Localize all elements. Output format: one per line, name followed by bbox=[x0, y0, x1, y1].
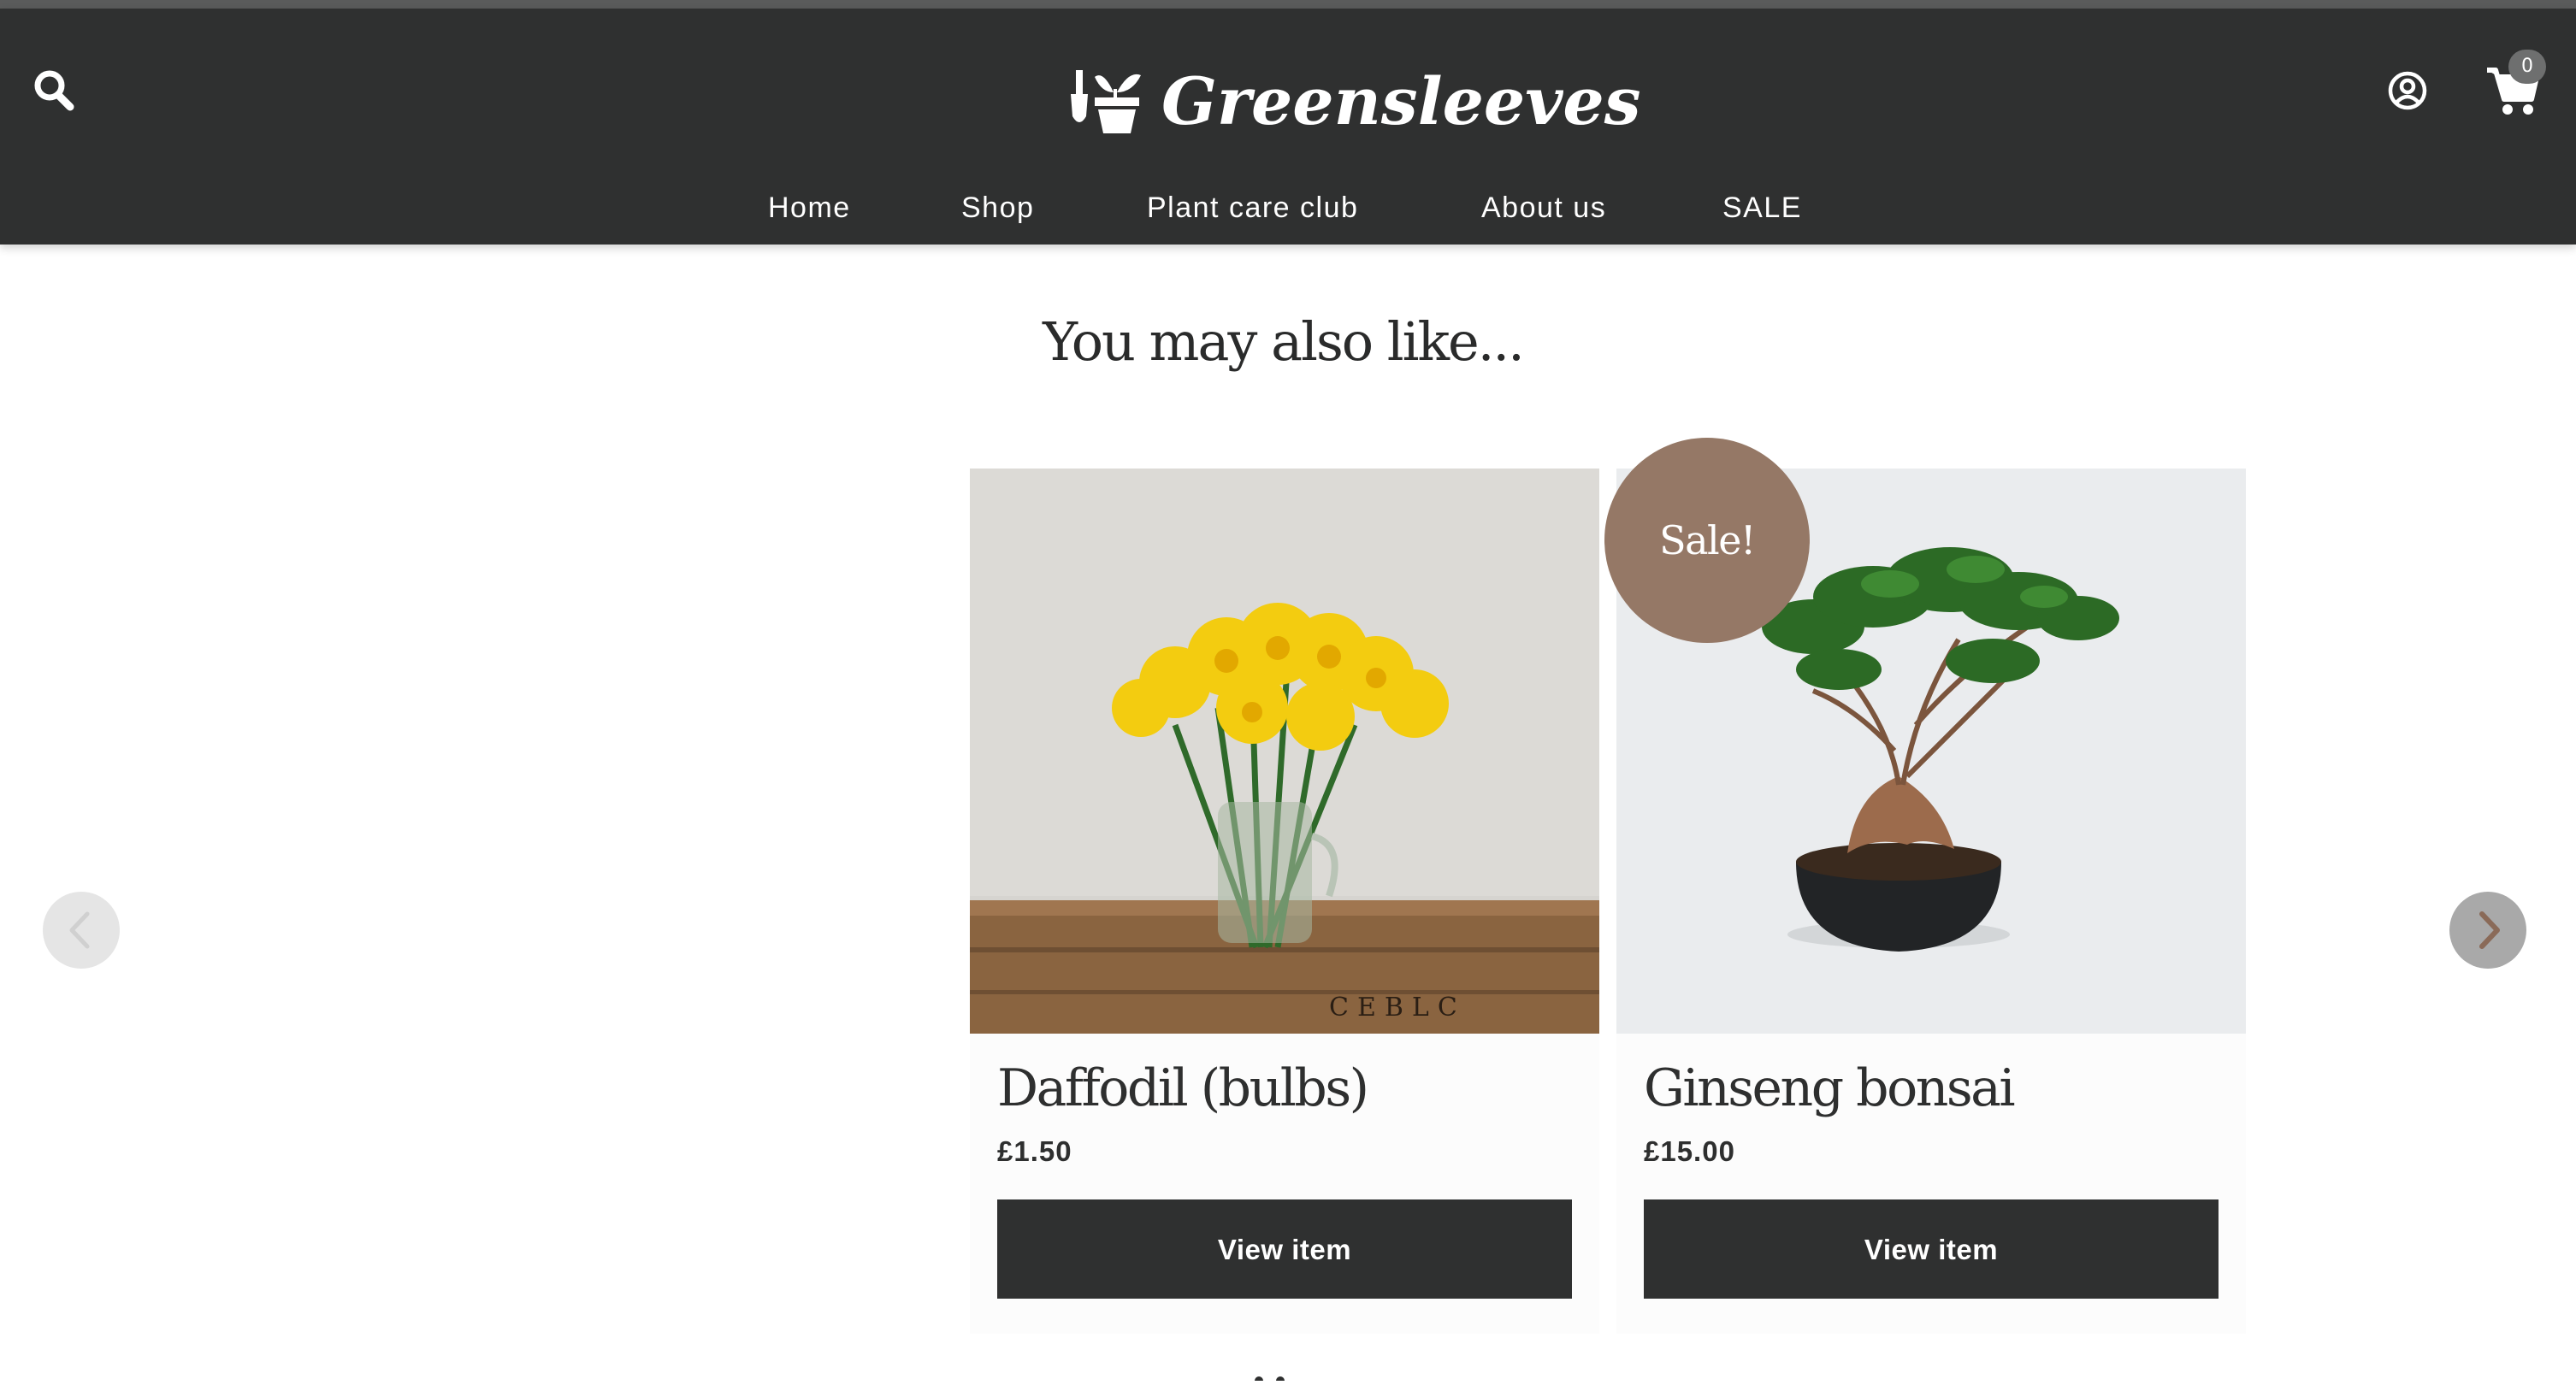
nav-item-home[interactable]: Home bbox=[768, 188, 851, 227]
plant-pot-trowel-icon bbox=[1071, 70, 1141, 133]
cart-count-badge: 0 bbox=[2508, 50, 2546, 84]
chevron-left-icon bbox=[69, 911, 90, 949]
daffodils-in-jar-photo[interactable]: CEBLC bbox=[970, 469, 1599, 1034]
carousel-prev-button[interactable] bbox=[43, 892, 120, 969]
product-price: £1.50 bbox=[997, 1135, 1072, 1167]
view-item-button[interactable]: View item bbox=[1644, 1199, 2219, 1299]
top-border bbox=[0, 0, 2576, 9]
chevron-right-icon bbox=[2479, 911, 2500, 949]
sale-badge: Sale! bbox=[1604, 438, 1810, 643]
product-name[interactable]: Daffodil (bulbs) bbox=[997, 1050, 1579, 1127]
user-circle-icon[interactable] bbox=[2386, 67, 2429, 115]
carousel-dots bbox=[1250, 1368, 1310, 1385]
nav-item-shop[interactable]: Shop bbox=[961, 188, 1034, 227]
product-card: CEBLC Daffodil (bulbs) £1.50 View item bbox=[970, 469, 1599, 1334]
section-title: You may also like... bbox=[1043, 310, 1525, 373]
site-header: Greensleeves 0 Home Shop Plant care club… bbox=[0, 9, 2576, 245]
nav-item-plant-care-club[interactable]: Plant care club bbox=[1147, 188, 1358, 227]
main-nav: Home Shop Plant care club About us SALE bbox=[0, 180, 2576, 245]
search-icon[interactable] bbox=[32, 67, 75, 115]
carousel-next-button[interactable] bbox=[2449, 892, 2526, 969]
svg-text:CEBLC: CEBLC bbox=[1329, 993, 1466, 1023]
view-item-button[interactable]: View item bbox=[997, 1199, 1572, 1299]
nav-item-sale[interactable]: SALE bbox=[1722, 188, 1802, 227]
product-name[interactable]: Ginseng bonsai bbox=[1644, 1050, 2225, 1127]
nav-item-about-us[interactable]: About us bbox=[1481, 188, 1606, 227]
logo-text: Greensleeves bbox=[1161, 63, 1641, 139]
product-price: £15.00 bbox=[1644, 1135, 1735, 1167]
site-logo[interactable]: Greensleeves bbox=[1069, 60, 1641, 145]
